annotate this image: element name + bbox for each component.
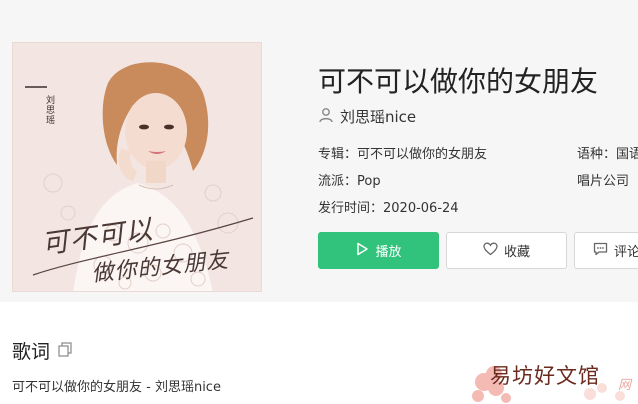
play-icon (355, 242, 369, 260)
artist-row[interactable]: 刘思瑶nice (318, 106, 416, 127)
lyrics-line: 可不可以做你的女朋友 - 刘思瑶nice (12, 380, 221, 395)
album-cover[interactable]: 刘思瑶 可不可以 做你的女朋友 (12, 42, 262, 292)
heart-icon (483, 242, 498, 260)
song-title: 可不可以做你的女朋友 (318, 65, 599, 98)
user-icon (318, 107, 334, 127)
artist-name-link[interactable]: 刘思瑶nice (340, 106, 416, 127)
lyrics-heading-label: 歌词 (12, 341, 51, 363)
language-info: 语种：国语 (577, 147, 638, 162)
cover-artist-text: 刘思瑶 (44, 95, 54, 125)
favorite-button[interactable]: 收藏 (446, 232, 567, 269)
watermark-text: 易坊好文馆 (490, 364, 600, 388)
favorite-button-label: 收藏 (503, 245, 530, 260)
comment-icon (593, 242, 608, 260)
copy-icon[interactable] (58, 340, 72, 362)
play-button[interactable]: 播放 (318, 232, 439, 269)
lyrics-heading: 歌词 (12, 337, 72, 364)
watermark-suffix: 网 (618, 378, 632, 393)
play-button-label: 播放 (375, 245, 402, 260)
album-info: 专辑：可不可以做你的女朋友 (318, 147, 488, 162)
genre-info: 流派：Pop (318, 174, 381, 189)
action-buttons: 播放 收藏 评论 (318, 232, 638, 269)
comment-button[interactable]: 评论 (574, 232, 638, 269)
comment-button-label: 评论 (614, 245, 638, 260)
release-date-info: 发行时间：2020-06-24 (318, 201, 459, 216)
record-label-info: 唱片公司 (577, 174, 630, 189)
